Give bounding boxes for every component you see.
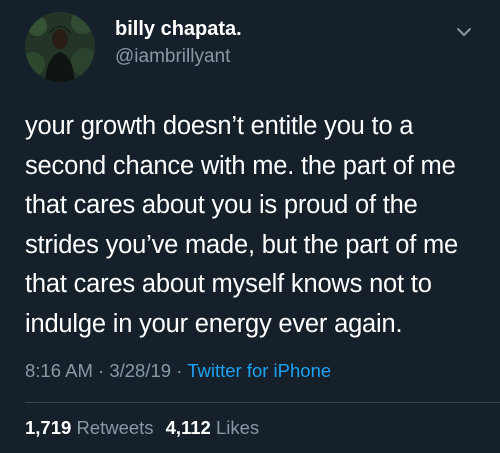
tweet-meta: 8:16 AM · 3/28/19 · Twitter for iPhone [25,360,331,382]
profile-photo [25,12,95,82]
tweet-text-line: indulge in your energy ever again. [25,309,403,338]
likes-stat[interactable]: 4,112 Likes [166,417,260,438]
tweet-date[interactable]: 3/28/19 [109,360,171,381]
meta-separator: · [176,360,183,381]
tweet-text-line: strides you’ve made, but the part of me [25,230,459,259]
tweet-stats: 1,719 Retweets 4,112 Likes [25,417,259,439]
tweet-text-line: that cares about myself knows not to [25,270,432,298]
meta-separator: · [98,360,105,381]
tweet-card: billy chapata. @iambrillyant your growth… [0,0,500,453]
retweets-label: Retweets [76,417,154,438]
tweet-text-line: your growth doesn’t entitle you to a [25,112,414,140]
tweet-source-link[interactable]: Twitter for iPhone [187,360,331,381]
author-handle[interactable]: @iambrillyant [115,46,230,68]
divider [25,402,500,403]
tweet-time[interactable]: 8:16 AM [25,360,93,381]
tweet-text-line: second chance with me. the part of me [25,151,456,180]
author-display-name[interactable]: billy chapata. [115,18,242,41]
avatar[interactable] [25,12,95,82]
chevron-down-icon[interactable] [454,22,474,42]
tweet-text-line: that cares about you is proud of the [25,191,418,219]
likes-label: Likes [215,417,260,438]
tweet-text: your growth doesn’t entitle you to a sec… [25,107,485,344]
retweets-stat[interactable]: 1,719 Retweets [25,417,154,438]
retweets-count: 1,719 [25,417,72,438]
likes-count: 4,112 [165,417,211,438]
